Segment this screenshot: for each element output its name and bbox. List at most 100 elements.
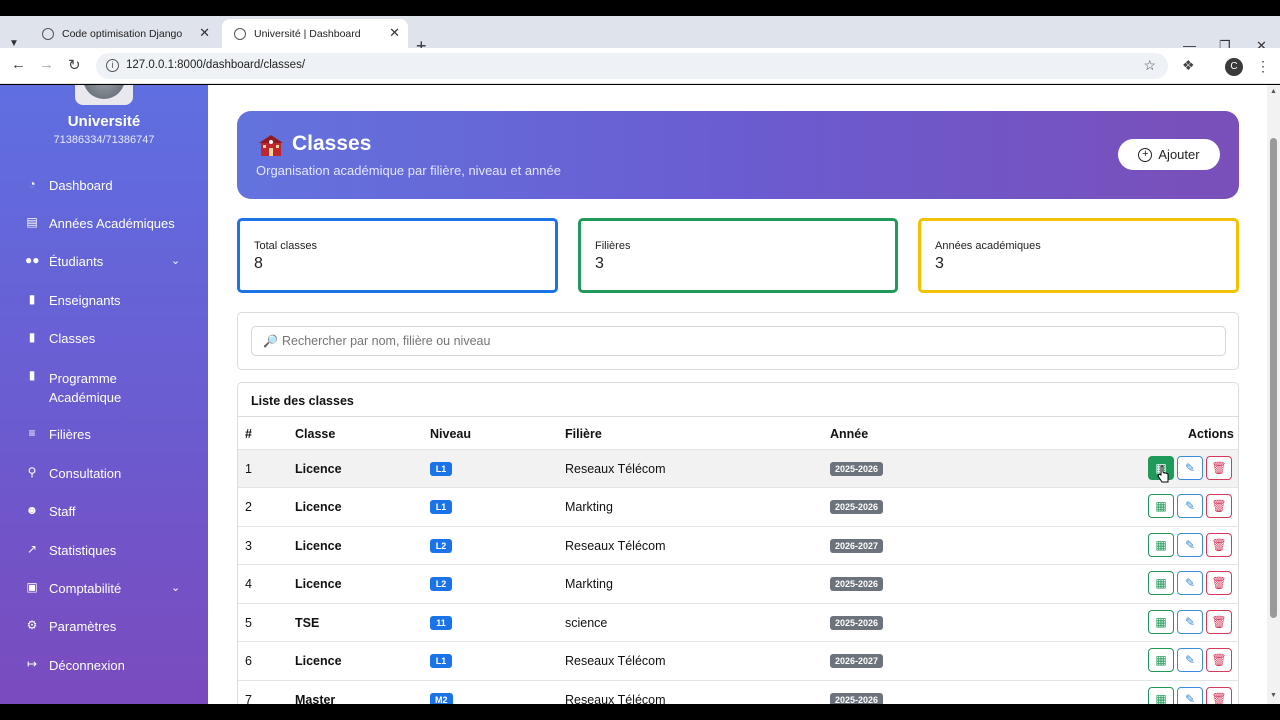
search-input[interactable] bbox=[282, 334, 1182, 348]
stat-label: Filières bbox=[595, 240, 631, 252]
browser-toolbar: ← → ↻ i 127.0.0.1:8000/dashboard/classes… bbox=[0, 48, 1280, 84]
table-row[interactable]: 6 Licence L1 Reseaux Télécom 2026-2027 ▦… bbox=[238, 641, 1238, 679]
table-row[interactable]: 5 TSE 11 science 2025-2026 ▦ ✎ 🗑 bbox=[238, 603, 1238, 641]
browser-menu-icon[interactable]: ⋮ bbox=[1256, 58, 1270, 75]
url-text[interactable]: 127.0.0.1:8000/dashboard/classes/ bbox=[126, 59, 305, 71]
year-badge: 2025-2026 bbox=[830, 616, 884, 630]
edit-pencil-button[interactable]: ✎ bbox=[1177, 648, 1203, 672]
back-icon[interactable]: ← bbox=[11, 56, 26, 73]
browser-tab[interactable]: Code optimisation Django ✕ bbox=[30, 19, 218, 48]
sidebar-item-dashboard[interactable]: ◔ Dashboard bbox=[25, 178, 113, 194]
search-icon: ⚲ bbox=[27, 465, 37, 479]
add-class-button[interactable]: + Ajouter bbox=[1118, 139, 1220, 170]
sidebar-item-label: Programme Académique bbox=[49, 371, 122, 405]
sidebar-item-label: Déconnexion bbox=[49, 658, 125, 673]
search-icon: 🔎 bbox=[263, 334, 278, 348]
cell-filiere: Reseaux Télécom bbox=[565, 654, 666, 668]
level-badge: L2 bbox=[430, 577, 452, 591]
site-info-icon[interactable]: i bbox=[106, 59, 119, 72]
edit-pencil-button[interactable]: ✎ bbox=[1177, 610, 1203, 634]
stat-card-filieres: Filières 3 bbox=[578, 218, 898, 293]
level-badge: L1 bbox=[430, 462, 452, 476]
calendar-view-button[interactable]: ▦ bbox=[1148, 494, 1174, 518]
scrollbar-thumb[interactable] bbox=[1270, 138, 1277, 618]
year-badge: 2025-2026 bbox=[830, 693, 884, 704]
calendar-view-button[interactable]: ▦ bbox=[1148, 648, 1174, 672]
year-badge: 2026-2027 bbox=[830, 539, 884, 553]
sidebar-item-filieres[interactable]: ≡ Filières bbox=[25, 427, 90, 443]
sidebar-item-consultation[interactable]: ⚲ Consultation bbox=[25, 465, 122, 482]
sidebar-item-deconnexion[interactable]: ↦ Déconnexion bbox=[25, 658, 125, 674]
sidebar-item-label: Dashboard bbox=[49, 178, 113, 193]
delete-trash-button[interactable]: 🗑 bbox=[1206, 533, 1232, 557]
cell-filiere: Markting bbox=[565, 577, 613, 591]
school-icon bbox=[259, 135, 283, 156]
sidebar-item-etudiants[interactable]: ●● Étudiants ⌄ bbox=[25, 254, 180, 270]
edit-pencil-button[interactable]: ✎ bbox=[1177, 687, 1203, 704]
table-row[interactable]: 7 Master M2 Reseaux Télécom 2025-2026 ▦ … bbox=[238, 680, 1238, 704]
bookmark-star-icon[interactable]: ☆ bbox=[1143, 57, 1156, 74]
calendar-view-button[interactable]: ▦ bbox=[1148, 533, 1174, 557]
add-button-label: Ajouter bbox=[1158, 147, 1200, 162]
column-header-classe: Classe bbox=[295, 427, 336, 441]
stat-label: Total classes bbox=[254, 240, 317, 252]
globe-icon bbox=[234, 27, 246, 40]
edit-pencil-button[interactable]: ✎ bbox=[1177, 494, 1203, 518]
edit-pencil-button[interactable]: ✎ bbox=[1177, 533, 1203, 557]
calendar-view-button[interactable]: ▦ bbox=[1148, 571, 1174, 595]
sidebar-brand: Université bbox=[67, 113, 141, 130]
calendar-view-button[interactable]: ▦ bbox=[1148, 610, 1174, 634]
list-icon: ▤ bbox=[26, 215, 38, 229]
search-card: 🔎 bbox=[237, 312, 1239, 370]
cell-num: 1 bbox=[245, 462, 252, 476]
sidebar-item-parametres[interactable]: ⚙ Paramètres bbox=[25, 619, 117, 635]
table-row[interactable]: 3 Licence L2 Reseaux Télécom 2026-2027 ▦… bbox=[238, 526, 1238, 564]
sidebar-item-label: Années Académiques bbox=[49, 216, 175, 231]
sidebar-item-enseignants[interactable]: ▮ Enseignants bbox=[25, 293, 121, 309]
cell-filiere: Reseaux Télécom bbox=[565, 539, 666, 553]
cash-icon: ▣ bbox=[26, 580, 38, 594]
search-box[interactable]: 🔎 bbox=[251, 326, 1226, 356]
sidebar-item-classes[interactable]: ▮ Classes bbox=[25, 331, 96, 347]
table-row[interactable]: 2 Licence L1 Markting 2025-2026 ▦ ✎ 🗑 bbox=[238, 487, 1238, 525]
cell-num: 5 bbox=[245, 616, 252, 630]
chevron-down-icon: ⌄ bbox=[171, 582, 181, 594]
sidebar-item-comptabilite[interactable]: ▣ Comptabilité ⌄ bbox=[25, 580, 180, 597]
edit-pencil-button[interactable]: ✎ bbox=[1177, 571, 1203, 595]
extensions-icon[interactable]: ❖ bbox=[1182, 57, 1195, 74]
sidebar-item-statistiques[interactable]: ↗ Statistiques bbox=[25, 543, 116, 559]
profile-avatar[interactable]: C bbox=[1225, 58, 1243, 76]
main-content: Classes Organisation académique par fili… bbox=[208, 85, 1267, 704]
cell-classe: TSE bbox=[295, 616, 320, 630]
scroll-up-arrow-icon[interactable]: ▲ bbox=[1270, 88, 1277, 95]
delete-trash-button[interactable]: 🗑 bbox=[1206, 687, 1232, 704]
delete-trash-button[interactable]: 🗑 bbox=[1206, 610, 1232, 634]
delete-trash-button[interactable]: 🗑 bbox=[1206, 648, 1232, 672]
cell-filiere: Reseaux Télécom bbox=[565, 693, 666, 704]
column-header-num: # bbox=[245, 427, 252, 441]
delete-trash-button[interactable]: 🗑 bbox=[1206, 456, 1232, 480]
person-icon: ☻ bbox=[25, 503, 39, 517]
delete-trash-button[interactable]: 🗑 bbox=[1206, 571, 1232, 595]
table-row[interactable]: 1 Licence L1 Reseaux Télécom 2025-2026 ▦… bbox=[238, 449, 1238, 487]
browser-tab-active[interactable]: Université | Dashboard ✕ bbox=[222, 19, 408, 48]
edit-pencil-button[interactable]: ✎ bbox=[1177, 456, 1203, 480]
scroll-down-arrow-icon[interactable]: ▼ bbox=[1270, 692, 1277, 699]
close-tab-icon[interactable]: ✕ bbox=[199, 25, 210, 41]
sidebar-item-staff[interactable]: ☻ Staff bbox=[25, 503, 76, 520]
chevron-down-icon: ⌄ bbox=[171, 255, 181, 267]
address-bar[interactable]: i 127.0.0.1:8000/dashboard/classes/ ☆ bbox=[96, 53, 1168, 79]
level-badge: 11 bbox=[430, 616, 452, 630]
cell-classe: Master bbox=[295, 693, 336, 704]
stat-card-total-classes: Total classes 8 bbox=[237, 218, 558, 293]
delete-trash-button[interactable]: 🗑 bbox=[1206, 494, 1232, 518]
reload-icon[interactable]: ↻ bbox=[68, 56, 81, 74]
table-row[interactable]: 4 Licence L2 Markting 2025-2026 ▦ ✎ 🗑 bbox=[238, 564, 1238, 602]
cell-filiere: science bbox=[565, 616, 608, 630]
calendar-view-button[interactable]: ▦ bbox=[1148, 687, 1174, 704]
forward-icon[interactable]: → bbox=[39, 56, 54, 73]
year-badge: 2025-2026 bbox=[830, 500, 884, 514]
sidebar-item-programme-academique[interactable]: ▮ Programme Académique bbox=[25, 369, 185, 407]
sidebar-item-annees-academiques[interactable]: ▤ Années Académiques bbox=[25, 215, 175, 232]
close-tab-icon[interactable]: ✕ bbox=[389, 25, 400, 41]
